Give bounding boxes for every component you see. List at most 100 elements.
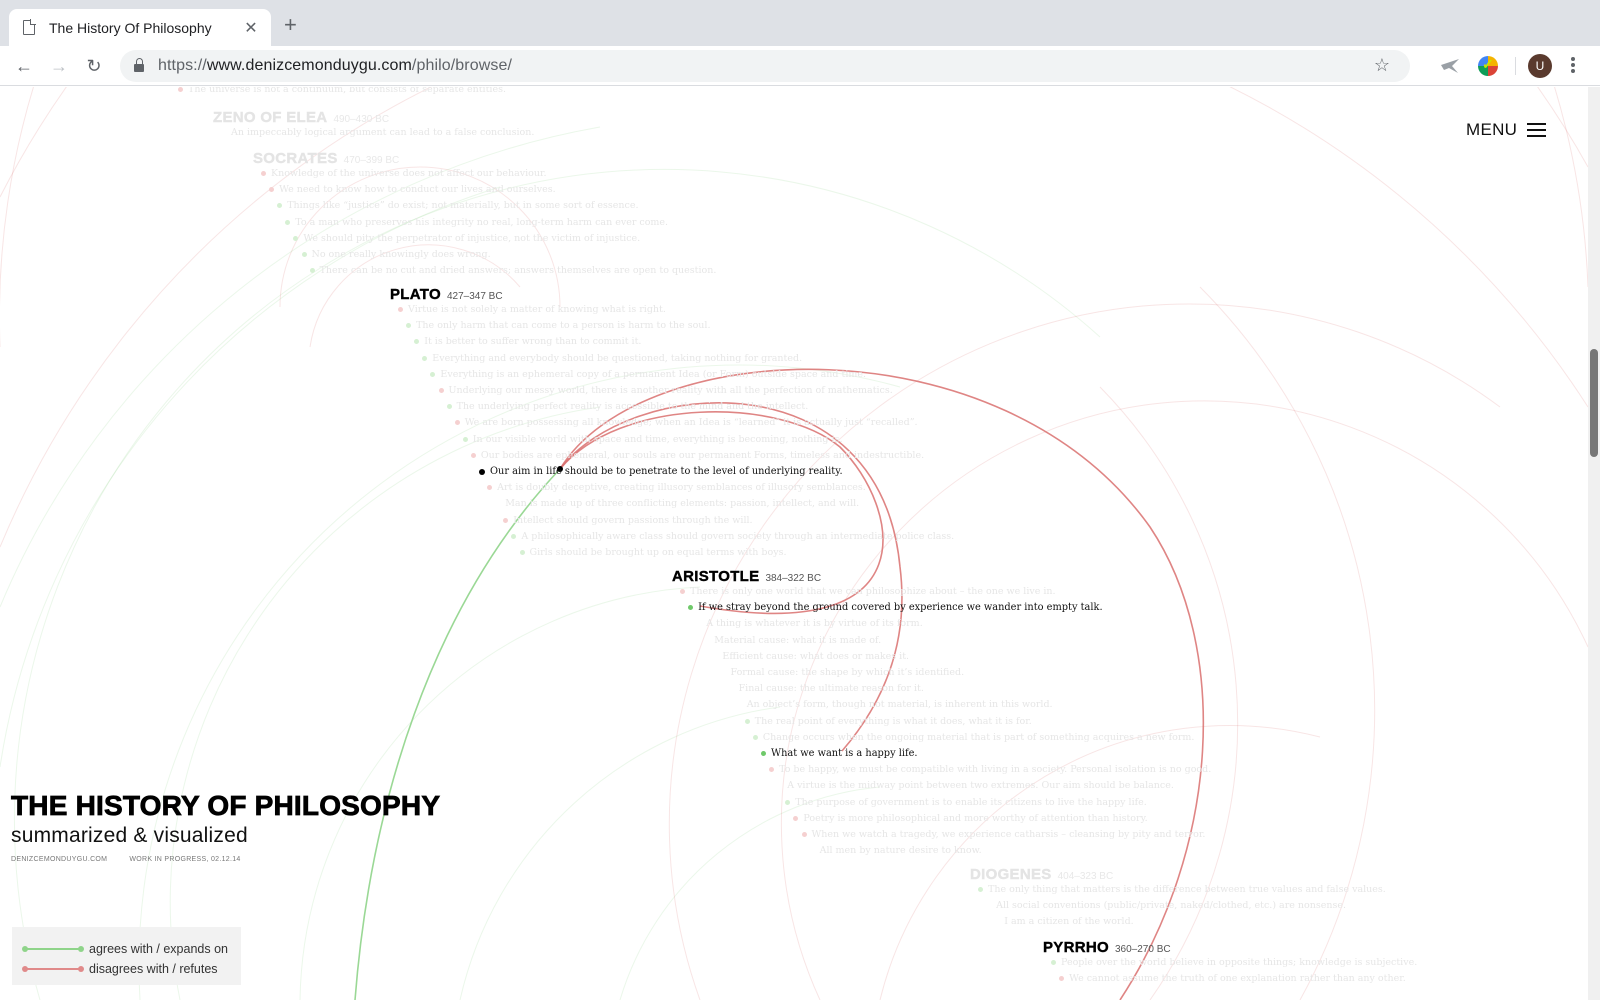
idea-item[interactable]: Intellect should govern passions through… [503,514,753,526]
idea-text: What we want is a happy life. [771,748,918,759]
idea-bullet-icon [398,307,403,312]
idea-item[interactable]: Everything and everybody should be quest… [422,353,802,364]
page-subtitle: summarized & visualized [11,824,248,847]
url-path: /philo/browse/ [411,57,513,74]
idea-item[interactable]: Change occurs when the ongoing material … [752,732,1194,743]
philosopher-heading[interactable]: DIOGENES 404–323 BC [970,866,1113,883]
idea-item[interactable]: Formal cause: the shape by which it’s id… [721,667,965,678]
new-tab-button[interactable]: + [284,14,297,36]
idea-text: Intellect should govern passions through… [513,514,753,526]
connection-arcs [0,87,1588,1000]
philosopher-heading[interactable]: SOCRATES 470–399 BC [253,150,399,167]
idea-item[interactable]: A virtue is the midway point between two… [777,780,1174,791]
idea-item[interactable]: Man is made up of three conflicting elem… [495,498,859,509]
idea-text: Knowledge of the universe does not affec… [271,168,547,179]
idea-item[interactable]: Material cause: what it is made of. [704,635,881,646]
idea-item[interactable]: The only harm that can come to a person … [406,320,710,331]
idea-item[interactable]: No one really knowingly does wrong. [301,249,491,260]
idea-item[interactable]: I am a citizen of the world. [994,916,1134,927]
philosopher-name: DIOGENES [970,866,1052,883]
idea-text: The underlying perfect reality is access… [456,401,809,413]
site-link[interactable]: DENIZCEMONDUYGU.COM [11,856,107,863]
idea-item[interactable]: We cannot assume the truth of one explan… [1059,973,1406,984]
philosopher-dates: 384–322 BC [765,573,822,584]
idea-item[interactable]: We are born possessing all knowledge; wh… [454,417,918,428]
url-host: www.denizcemonduygu.com [206,57,412,74]
profile-avatar[interactable]: U [1528,54,1552,78]
idea-highlighted[interactable]: Our aim in life should be to penetrate t… [479,466,843,477]
idea-item[interactable]: All men by nature desire to know. [810,845,982,856]
idea-item[interactable]: All social conventions (public/private, … [986,900,1346,911]
idea-item[interactable]: Things like “justice” do exist; not mate… [277,200,639,211]
idea-item[interactable]: We should pity the perpetrator of injust… [293,233,640,244]
idea-item[interactable]: Everything is an ephemeral copy of a per… [430,369,866,380]
idea-text: Girls should be brought up on equal term… [529,547,787,558]
idea-highlighted[interactable]: What we want is a happy life. [761,748,918,759]
idea-text: Our aim in life should be to penetrate t… [490,466,843,477]
philosopher-heading[interactable]: PYRRHO 360–270 BC [1043,939,1171,956]
scrollbar-thumb[interactable] [1590,349,1598,457]
idea-bullet-icon [277,203,283,209]
idea-item[interactable]: To a man who preserves his integrity no … [285,217,668,228]
bird-extension-icon[interactable] [1440,57,1460,75]
idea-item[interactable]: The underlying perfect reality is access… [446,401,809,413]
idea-text: I am a citizen of the world. [1004,916,1134,928]
idea-item[interactable]: The only thing that matters is the diffe… [978,884,1386,895]
forward-button[interactable]: → [46,53,72,79]
idea-item[interactable]: We need to know how to conduct our lives… [269,184,556,195]
idea-item[interactable]: An impeccably logical argument can lead … [221,127,534,138]
idea-item[interactable]: Virtue is not solely a matter of knowing… [398,304,666,315]
tab-strip: The History Of Philosophy ✕ + [0,0,1600,46]
browser-tab[interactable]: The History Of Philosophy ✕ [9,9,271,46]
idea-item[interactable]: There can be no cut and dried answers; a… [309,265,717,277]
browser-toolbar: ← → ↻ https://www.denizcemonduygu.com/ph… [0,46,1600,86]
url-text[interactable]: https://www.denizcemonduygu.com/philo/br… [158,57,512,75]
idea-text: There can be no cut and dried answers; a… [319,265,717,277]
philosopher-heading[interactable]: ZENO OF ELEA 490–430 BC [213,109,389,126]
idea-item[interactable]: A philosophically aware class should gov… [511,531,954,542]
idea-item[interactable]: When we watch a tragedy, we experience c… [801,829,1205,840]
idea-text: An object’s form, though not material, i… [746,699,1053,711]
philosopher-heading[interactable]: PLATO 427–347 BC [390,286,503,303]
idea-item[interactable]: Efficient cause: what does or makes it. [712,651,909,662]
idea-item[interactable]: The real point of everything is what it … [744,716,1032,727]
philosopher-name: ZENO OF ELEA [213,109,328,126]
lock-icon[interactable] [134,58,144,72]
checklist-extension-icon[interactable] [1478,56,1498,76]
browser-menu-icon[interactable] [1568,55,1578,77]
idea-item[interactable]: To be happy, we must be compatible with … [769,764,1211,775]
idea-item[interactable]: Art is doubly deceptive, creating illuso… [487,482,866,493]
idea-item[interactable]: An object’s form, though not material, i… [737,699,1053,710]
reload-button[interactable]: ↻ [81,53,107,79]
idea-item[interactable]: People over the world believe in opposit… [1051,957,1417,968]
idea-item[interactable]: Knowledge of the universe does not affec… [261,168,547,179]
idea-bullet-icon [446,404,452,410]
idea-item[interactable]: A thing is whatever it is by virtue of i… [696,618,923,629]
idea-item[interactable]: Our bodies are ephemeral, our souls are … [470,450,924,461]
menu-button[interactable]: MENU [1466,120,1547,140]
back-button[interactable]: ← [11,53,37,79]
bookmark-star-icon[interactable]: ☆ [1374,55,1390,76]
tab-close-icon[interactable]: ✕ [237,18,265,38]
idea-item[interactable]: Underlying our messy world, there is ano… [438,385,893,396]
page-scrollbar[interactable] [1588,87,1600,1000]
idea-text: Final cause: the ultimate reason for it. [738,683,924,695]
idea-item[interactable]: The universe is not a continuum, but con… [178,87,506,95]
background-arc [459,706,781,1000]
idea-item[interactable]: Final cause: the ultimate reason for it. [729,683,924,694]
idea-bullet-icon [810,848,815,853]
idea-bullet-icon [178,87,183,92]
idea-item[interactable]: The purpose of government is to enable i… [785,797,1147,808]
background-arc [0,87,1588,347]
idea-highlighted[interactable]: If we stray beyond the ground covered by… [688,602,1103,614]
idea-text: Everything and everybody should be quest… [432,352,803,364]
idea-item[interactable]: It is better to suffer wrong than to com… [414,336,641,347]
idea-item[interactable]: Poetry is more philosophical and more wo… [793,813,1148,824]
philosopher-heading[interactable]: ARISTOTLE 384–322 BC [672,568,821,585]
idea-item[interactable]: In our visible world with space and time… [462,434,842,445]
idea-text: If we stray beyond the ground covered by… [698,602,1103,614]
idea-item[interactable]: There is only one world that we can phil… [680,586,1056,597]
idea-text: The only thing that matters is the diffe… [988,884,1386,895]
idea-item[interactable]: Girls should be brought up on equal term… [519,547,787,558]
address-bar[interactable]: https://www.denizcemonduygu.com/philo/br… [120,50,1410,82]
